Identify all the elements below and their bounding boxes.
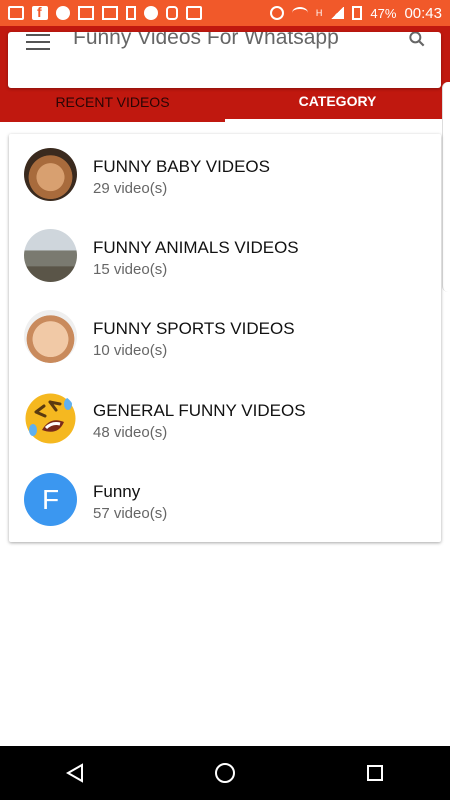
rolling-laughing-emoji-icon	[24, 392, 77, 445]
app-bar: Funny Videos For Whatsapp RECENT VIDEOS …	[0, 26, 450, 122]
network-type: H	[315, 8, 323, 18]
notification-icons	[8, 4, 202, 20]
category-title: FUNNY BABY VIDEOS	[93, 157, 270, 176]
tab-recent-videos[interactable]: RECENT VIDEOS	[0, 82, 225, 122]
app-title: Funny Videos For Whatsapp	[73, 32, 339, 49]
tab-category[interactable]: CATEGORY	[225, 82, 450, 122]
laughing-child-avatar	[24, 310, 77, 363]
baby-avatar	[24, 148, 77, 201]
battery-icon	[352, 6, 363, 20]
alarm-icon	[269, 6, 284, 20]
list-item[interactable]: FUNNY SPORTS VIDEOS 10 video(s)	[9, 296, 441, 378]
category-title: GENERAL FUNNY VIDEOS	[93, 401, 306, 420]
menu-icon[interactable]	[26, 34, 50, 50]
message-icon	[8, 6, 24, 20]
category-title: FUNNY SPORTS VIDEOS	[93, 319, 295, 338]
video-count: 48 video(s)	[93, 424, 168, 441]
search-bar[interactable]: Funny Videos For Whatsapp	[8, 32, 441, 88]
sync-off-icon	[166, 6, 178, 20]
mail-icon	[78, 6, 94, 20]
facebook-icon	[32, 4, 48, 20]
edge-panel-handle[interactable]	[442, 82, 450, 292]
list-item[interactable]: FUNNY BABY VIDEOS 29 video(s)	[9, 134, 441, 216]
back-icon	[65, 763, 83, 783]
signal-icon	[330, 7, 345, 19]
video-count: 29 video(s)	[93, 180, 168, 197]
letter-avatar: F	[24, 473, 77, 526]
app-icon	[186, 6, 202, 20]
animals-avatar	[24, 229, 77, 282]
battery-alert-icon	[126, 6, 136, 20]
status-bar: H 47% 00:43	[0, 0, 450, 26]
tab-bar: RECENT VIDEOS CATEGORY	[0, 82, 450, 122]
wifi-icon	[291, 7, 308, 19]
category-title: FUNNY ANIMALS VIDEOS	[93, 238, 299, 257]
app-notification-icon	[144, 6, 158, 20]
back-button[interactable]	[55, 753, 95, 793]
image-icon	[102, 6, 118, 20]
video-count: 57 video(s)	[93, 505, 168, 522]
home-icon	[215, 763, 235, 783]
category-list: FUNNY BABY VIDEOS 29 video(s) FUNNY ANIM…	[9, 134, 441, 542]
list-item[interactable]: GENERAL FUNNY VIDEOS 48 video(s)	[9, 378, 441, 460]
category-title: Funny	[93, 482, 141, 501]
video-count: 10 video(s)	[93, 342, 168, 359]
pinterest-icon	[56, 6, 70, 20]
home-button[interactable]	[205, 753, 245, 793]
clock-time: 00:43	[404, 4, 442, 22]
recents-icon	[367, 765, 383, 781]
recents-button[interactable]	[355, 753, 395, 793]
screen: H 47% 00:43 Funny Videos For Whatsapp RE…	[0, 0, 450, 800]
battery-percent: 47%	[370, 5, 397, 21]
search-icon[interactable]	[407, 32, 427, 49]
navigation-bar	[0, 746, 450, 800]
video-count: 15 video(s)	[93, 261, 168, 278]
system-icons: H 47% 00:43	[269, 4, 442, 22]
list-item[interactable]: FUNNY ANIMALS VIDEOS 15 video(s)	[9, 215, 441, 297]
list-item[interactable]: F Funny 57 video(s)	[9, 459, 441, 541]
